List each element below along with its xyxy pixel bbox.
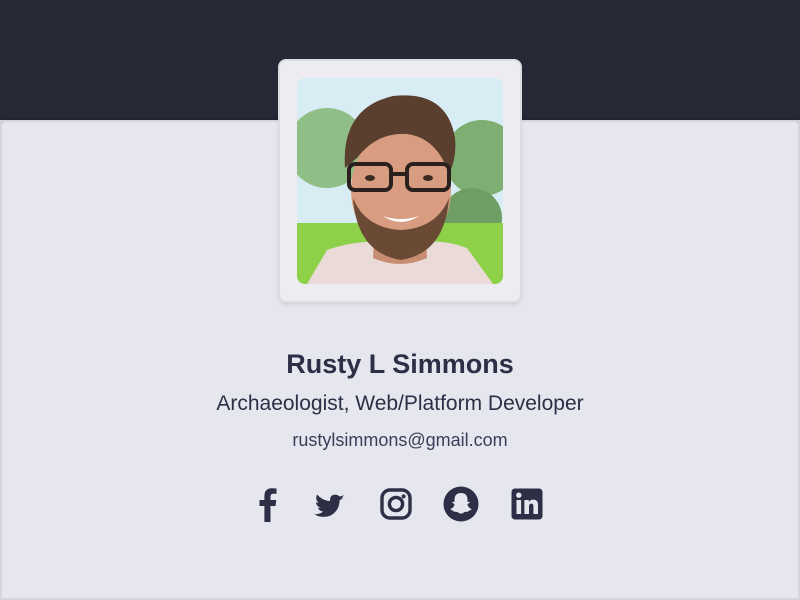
snapchat-icon [443, 486, 479, 522]
facebook-icon [259, 488, 277, 522]
linkedin-icon [511, 488, 543, 520]
snapchat-link[interactable] [441, 484, 481, 524]
instagram-link[interactable] [376, 484, 416, 524]
twitter-icon [314, 494, 345, 517]
linkedin-link[interactable] [507, 484, 547, 524]
profile-email[interactable]: rustylsimmons@gmail.com [0, 428, 800, 452]
instagram-icon [380, 488, 412, 520]
profile-photo-frame [280, 61, 520, 301]
profile-photo [297, 78, 503, 284]
twitter-link[interactable] [310, 484, 350, 524]
profile-name: Rusty L Simmons [286, 349, 514, 379]
facebook-link[interactable] [248, 484, 288, 524]
profile-title: Archaeologist, Web/Platform Developer [216, 392, 584, 415]
social-links [0, 484, 800, 524]
